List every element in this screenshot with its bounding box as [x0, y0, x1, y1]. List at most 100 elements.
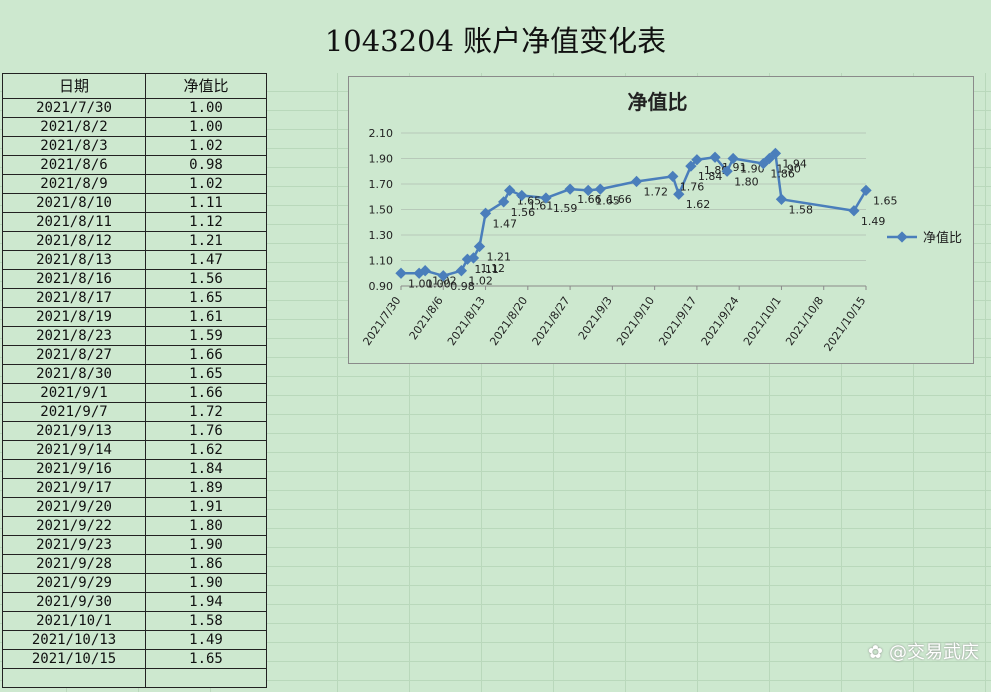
date-cell[interactable]: 2021/8/16 [2, 269, 146, 289]
nav-ratio-cell[interactable]: 1.72 [145, 402, 267, 422]
table-row: 2021/9/30 1.94 [2, 592, 267, 612]
date-cell[interactable]: 2021/8/3 [2, 136, 146, 156]
sheet-title: 1043204 账户净值变化表 [324, 24, 667, 58]
nav-ratio-cell[interactable]: 1.56 [145, 269, 267, 289]
data-label: 1.21 [487, 250, 512, 263]
date-cell[interactable]: 2021/9/16 [2, 459, 146, 479]
nav-ratio-cell[interactable]: 1.84 [145, 459, 267, 479]
data-label: 1.49 [861, 215, 886, 228]
table-row: 2021/9/23 1.90 [2, 535, 267, 555]
date-cell[interactable]: 2021/9/13 [2, 421, 146, 441]
nav-ratio-cell[interactable]: 1.11 [145, 193, 267, 213]
date-cell[interactable]: 2021/8/13 [2, 250, 146, 270]
table-row: 2021/8/30 1.65 [2, 364, 267, 384]
date-cell[interactable]: 2021/8/17 [2, 288, 146, 308]
data-label: 1.47 [493, 217, 518, 230]
nav-ratio-cell[interactable]: 1.91 [145, 497, 267, 517]
date-cell[interactable]: 2021/10/13 [2, 630, 146, 650]
data-label: 1.65 [873, 194, 898, 207]
y-tick-label: 0.90 [369, 280, 394, 293]
table-row: 2021/8/3 1.02 [2, 136, 267, 156]
data-label: 1.72 [644, 185, 669, 198]
nav-ratio-cell[interactable]: 1.62 [145, 440, 267, 460]
date-cell[interactable]: 2021/9/30 [2, 592, 146, 612]
nav-ratio-cell[interactable]: 1.47 [145, 250, 267, 270]
header-nav-ratio[interactable]: 净值比 [145, 73, 267, 99]
header-date[interactable]: 日期 [2, 73, 146, 99]
nav-ratio-cell[interactable]: 1.89 [145, 478, 267, 498]
data-label: 1.66 [607, 193, 632, 206]
nav-ratio-cell[interactable]: 1.49 [145, 630, 267, 650]
date-cell[interactable]: 2021/9/17 [2, 478, 146, 498]
date-cell[interactable]: 2021/9/20 [2, 497, 146, 517]
date-cell[interactable]: 2021/8/2 [2, 117, 146, 137]
empty-cell[interactable] [145, 668, 267, 688]
table-row: 2021/8/17 1.65 [2, 288, 267, 308]
data-point [630, 175, 643, 188]
date-cell[interactable]: 2021/9/22 [2, 516, 146, 536]
date-cell[interactable]: 2021/9/29 [2, 573, 146, 593]
x-tick-label: 2021/9/17 [656, 294, 699, 348]
data-label: 1.80 [734, 175, 759, 188]
date-cell[interactable]: 2021/8/30 [2, 364, 146, 384]
date-cell[interactable]: 2021/8/23 [2, 326, 146, 346]
data-point [848, 205, 860, 217]
nav-ratio-cell[interactable]: 1.90 [145, 535, 267, 555]
x-tick-label: 2021/8/27 [530, 294, 573, 348]
x-tick-label: 2021/9/24 [699, 294, 742, 348]
nav-ratio-cell[interactable]: 1.65 [145, 649, 267, 669]
date-cell[interactable]: 2021/8/9 [2, 174, 146, 194]
date-cell[interactable]: 2021/8/11 [2, 212, 146, 232]
nav-ratio-cell[interactable]: 1.02 [145, 136, 267, 156]
table-row: 2021/9/29 1.90 [2, 573, 267, 593]
date-cell[interactable]: 2021/9/1 [2, 383, 146, 403]
nav-ratio-cell[interactable]: 1.61 [145, 307, 267, 327]
data-label: 1.58 [788, 203, 813, 216]
nav-ratio-cell[interactable]: 0.98 [145, 155, 267, 175]
nav-ratio-cell[interactable]: 1.59 [145, 326, 267, 346]
date-cell[interactable]: 2021/8/6 [2, 155, 146, 175]
nav-ratio-cell[interactable]: 1.21 [145, 231, 267, 251]
nav-ratio-cell[interactable]: 1.65 [145, 364, 267, 384]
nav-ratio-cell[interactable]: 1.66 [145, 345, 267, 365]
date-cell[interactable]: 2021/9/7 [2, 402, 146, 422]
x-tick-label: 2021/10/15 [821, 294, 868, 353]
nav-ratio-cell[interactable]: 1.76 [145, 421, 267, 441]
date-cell[interactable]: 2021/9/28 [2, 554, 146, 574]
nav-ratio-cell[interactable]: 1.65 [145, 288, 267, 308]
chart-title: 净值比 [628, 90, 688, 114]
date-cell[interactable]: 2021/9/14 [2, 440, 146, 460]
table-row: 2021/8/10 1.11 [2, 193, 267, 213]
nav-ratio-cell[interactable]: 1.12 [145, 212, 267, 232]
table-row: 2021/9/22 1.80 [2, 516, 267, 536]
data-label: 1.12 [480, 262, 505, 275]
date-cell[interactable]: 2021/10/15 [2, 649, 146, 669]
date-cell[interactable]: 2021/9/23 [2, 535, 146, 555]
x-tick-label: 2021/8/13 [445, 294, 488, 348]
data-point [395, 267, 407, 279]
nav-ratio-cell[interactable]: 1.86 [145, 554, 267, 574]
date-cell[interactable]: 2021/8/19 [2, 307, 146, 327]
table-row: 2021/9/14 1.62 [2, 440, 267, 460]
nav-ratio-cell[interactable]: 1.58 [145, 611, 267, 631]
y-tick-label: 2.10 [369, 127, 394, 140]
chart-area[interactable]: 净值比 0.90 1.10 1.30 1.50 1.70 1.90 2.10 2021/7/30… [348, 76, 974, 364]
date-cell[interactable]: 2021/8/27 [2, 345, 146, 365]
nav-ratio-cell[interactable]: 1.66 [145, 383, 267, 403]
y-tick-label: 1.90 [369, 153, 394, 166]
nav-ratio-cell[interactable]: 1.02 [145, 174, 267, 194]
nav-ratio-cell[interactable]: 1.00 [145, 98, 267, 118]
data-point [455, 265, 468, 277]
nav-ratio-cell[interactable]: 1.80 [145, 516, 267, 536]
nav-ratio-cell[interactable]: 1.94 [145, 592, 267, 612]
date-cell[interactable]: 2021/8/10 [2, 193, 146, 213]
date-cell[interactable]: 2021/8/12 [2, 231, 146, 251]
table-row: 2021/8/19 1.61 [2, 307, 267, 327]
legend-marker [896, 231, 908, 243]
nav-ratio-cell[interactable]: 1.00 [145, 117, 267, 137]
date-cell[interactable]: 2021/7/30 [2, 98, 146, 118]
empty-cell[interactable] [2, 668, 146, 688]
table-header-row: 日期 净值比 [2, 73, 267, 99]
date-cell[interactable]: 2021/10/1 [2, 611, 146, 631]
nav-ratio-cell[interactable]: 1.90 [145, 573, 267, 593]
